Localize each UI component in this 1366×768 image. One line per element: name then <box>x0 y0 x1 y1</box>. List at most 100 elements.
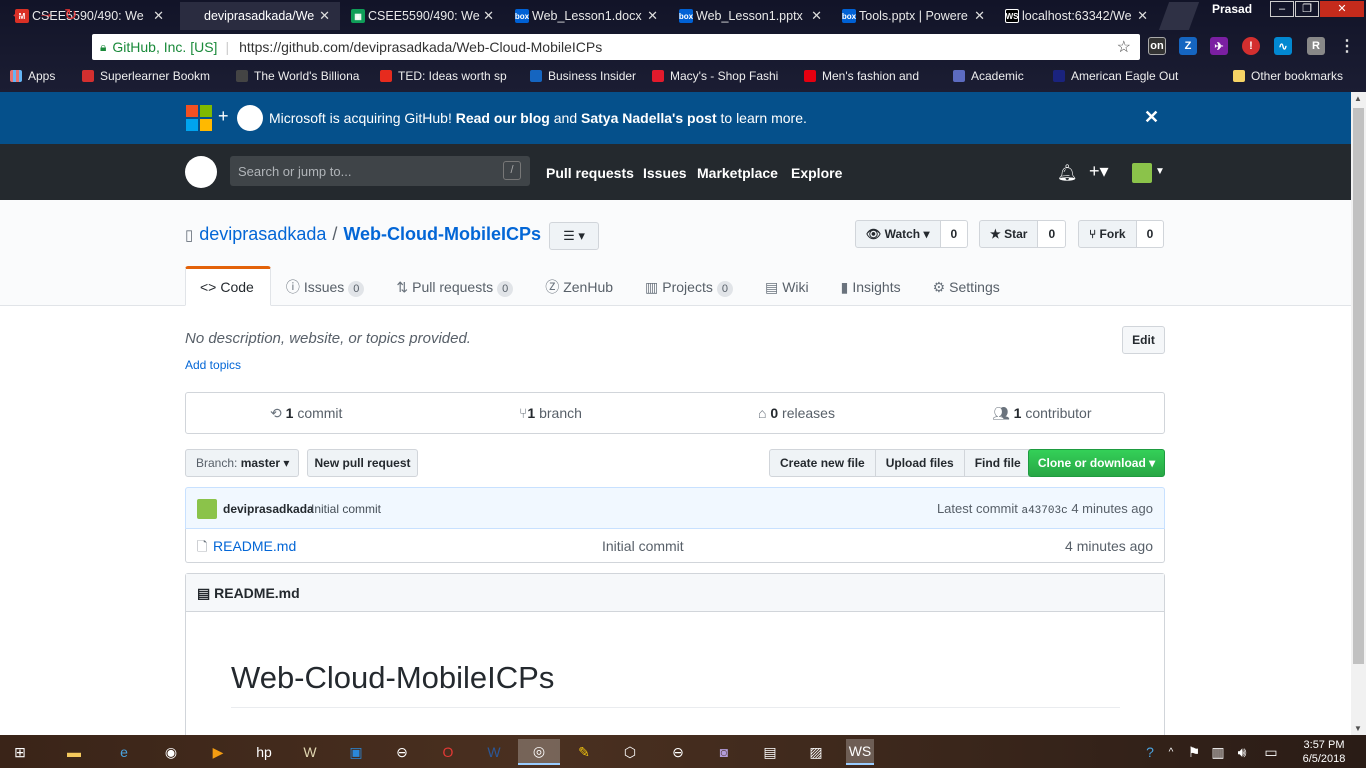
nadella-post-link[interactable]: Satya Nadella's post <box>581 110 717 126</box>
window-close-button[interactable]: ✕ <box>1320 1 1364 17</box>
close-icon[interactable]: ✕ <box>811 8 822 24</box>
tab-zenhub[interactable]: Ⓩ ZenHub <box>530 266 630 306</box>
browser-tab[interactable]: ▦ CSEE5590/490: We ✕ <box>344 2 504 30</box>
minimize-button[interactable]: – <box>1270 1 1294 17</box>
bookmark-item[interactable]: Men's fashion and <box>804 69 919 83</box>
app-icon[interactable]: ⊖ <box>664 739 692 765</box>
address-bar[interactable]: 🔒︎ GitHub, Inc. [US] | https://github.co… <box>92 34 1140 60</box>
tab-pull-requests[interactable]: ⇅ Pull requests 0 <box>381 266 530 306</box>
add-topics-link[interactable]: Add topics <box>185 358 241 372</box>
browser-tab[interactable]: box Web_Lesson1.docx ✕ <box>508 2 668 30</box>
volume-icon[interactable]: 🔊︎ <box>1232 739 1252 765</box>
bookmark-item[interactable]: American Eagle Out <box>1053 69 1178 83</box>
blog-link[interactable]: Read our blog <box>456 110 550 126</box>
forward-icon[interactable]: → <box>38 5 54 23</box>
app-icon[interactable]: ✎ <box>570 739 598 765</box>
scroll-down-icon[interactable]: ▼ <box>1354 724 1362 733</box>
help-icon[interactable]: ? <box>1136 739 1164 765</box>
opera-icon[interactable]: O <box>434 739 462 765</box>
repo-owner-link[interactable]: deviprasadkada <box>199 224 326 244</box>
branches-link[interactable]: ⑂1 branch <box>519 405 582 421</box>
nav-issues[interactable]: Issues <box>643 165 687 181</box>
nav-pull-requests[interactable]: Pull requests <box>546 165 634 181</box>
virtualbox-icon[interactable]: ⬡ <box>616 739 644 765</box>
tab-projects[interactable]: ▥ Projects 0 <box>630 266 750 306</box>
browser-tab[interactable]: box Web_Lesson1.pptx ✕ <box>672 2 832 30</box>
chevron-up-icon[interactable]: ^ <box>1162 739 1180 765</box>
tab-insights[interactable]: ▮ Insights <box>826 266 918 306</box>
app-icon[interactable]: ▨ <box>802 739 830 765</box>
releases-link[interactable]: ⌂ 0 releases <box>758 405 835 421</box>
search-input[interactable]: Search or jump to... / <box>230 156 530 186</box>
notepad-icon[interactable]: W <box>296 739 324 765</box>
avatar[interactable] <box>1132 163 1152 183</box>
app-icon[interactable]: ▤ <box>756 739 784 765</box>
extension-icon[interactable]: ✈ <box>1210 37 1228 55</box>
scrollbar[interactable]: ▲ ▼ <box>1351 92 1366 735</box>
back-icon[interactable]: ← <box>10 5 26 23</box>
reload-icon[interactable]: ↻ <box>64 5 77 25</box>
nav-explore[interactable]: Explore <box>791 165 842 181</box>
word-icon[interactable]: W <box>480 739 508 765</box>
network-icon[interactable]: ▥ <box>1208 739 1228 765</box>
media-player-icon[interactable]: ▶ <box>204 739 232 765</box>
new-pull-request-button[interactable]: New pull request <box>307 449 418 477</box>
browser-tab[interactable]: box Tools.pptx | Powere ✕ <box>835 2 995 30</box>
bookmark-item[interactable]: Other bookmarks <box>1233 69 1343 83</box>
commits-link[interactable]: ⟲ 1 commit <box>270 405 342 422</box>
flag-icon[interactable]: ⚑ <box>1184 739 1204 765</box>
extension-icon[interactable]: ∿ <box>1274 37 1292 55</box>
webstorm-icon[interactable]: WS <box>846 739 874 765</box>
bookmark-item[interactable]: Macy's - Shop Fashi <box>652 69 778 83</box>
close-icon[interactable]: ✕ <box>1137 8 1148 24</box>
restore-button[interactable]: ❐ <box>1295 1 1319 17</box>
new-tab-button[interactable] <box>1158 2 1200 30</box>
star-button[interactable]: ★ Star <box>979 220 1039 248</box>
close-icon[interactable]: ✕ <box>647 8 658 24</box>
commit-sha-link[interactable]: a43703c <box>1021 505 1067 517</box>
bookmark-item[interactable]: Superlearner Bookm <box>82 69 210 83</box>
app-icon[interactable]: ▣ <box>342 739 370 765</box>
commit-message-link[interactable]: Initial commit <box>311 502 381 516</box>
hp-icon[interactable]: hp <box>250 739 278 765</box>
bookmark-item[interactable]: Apps <box>10 69 55 83</box>
scroll-up-icon[interactable]: ▲ <box>1354 94 1362 103</box>
branch-select[interactable]: Branch: master ▾ <box>185 449 299 477</box>
watch-count[interactable]: 0 <box>940 220 969 248</box>
scrollbar-thumb[interactable] <box>1353 108 1364 664</box>
close-icon[interactable]: ✕ <box>1144 107 1159 128</box>
file-explorer-icon[interactable]: ▬ <box>60 739 88 765</box>
file-name-link[interactable]: README.md <box>213 538 296 554</box>
windows-start-icon[interactable]: ⊞ <box>6 739 34 765</box>
find-file-button[interactable]: Find file <box>963 449 1032 477</box>
bookmark-star-icon[interactable]: ☆ <box>1117 37 1131 57</box>
tab-settings[interactable]: ⚙ Settings <box>918 266 1017 306</box>
close-icon[interactable]: ✕ <box>483 8 494 24</box>
watch-button[interactable]: 👁︎ Watch ▾ <box>855 220 941 248</box>
commit-author-link[interactable]: deviprasadkada <box>223 502 314 516</box>
app-icon[interactable]: ◙ <box>710 739 738 765</box>
fork-button[interactable]: ⑂ Fork <box>1078 220 1137 248</box>
close-icon[interactable]: ✕ <box>974 8 985 24</box>
extension-icon[interactable]: R <box>1307 37 1325 55</box>
edit-button[interactable]: Edit <box>1122 326 1165 354</box>
tab-issues[interactable]: ⓘ Issues 0 <box>271 266 382 306</box>
repo-name-link[interactable]: Web-Cloud-MobileICPs <box>343 224 541 244</box>
tab-wiki[interactable]: ▤ Wiki <box>750 266 826 306</box>
octocat-icon[interactable] <box>185 156 217 188</box>
zotero-icon[interactable]: Z <box>1179 37 1197 55</box>
bookmark-item[interactable]: The World's Billiona <box>236 69 359 83</box>
upload-files-button[interactable]: Upload files <box>874 449 965 477</box>
chevron-down-icon[interactable]: ▼ <box>1155 166 1165 177</box>
contributors-link[interactable]: 👥︎ 1 contributor <box>992 405 1092 422</box>
menu-icon[interactable]: ⋮ <box>1338 37 1356 55</box>
avatar[interactable] <box>197 499 217 519</box>
camera-icon[interactable]: ◉ <box>157 739 185 765</box>
plus-dropdown-icon[interactable]: +▾ <box>1089 161 1109 182</box>
nav-marketplace[interactable]: Marketplace <box>697 165 778 181</box>
bookmark-item[interactable]: Business Insider <box>530 69 636 83</box>
system-clock[interactable]: 3:57 PM 6/5/2018 <box>1296 738 1352 766</box>
create-new-file-button[interactable]: Create new file <box>769 449 876 477</box>
internet-explorer-icon[interactable]: e <box>110 739 138 765</box>
battery-icon[interactable]: ▭ <box>1258 739 1284 765</box>
